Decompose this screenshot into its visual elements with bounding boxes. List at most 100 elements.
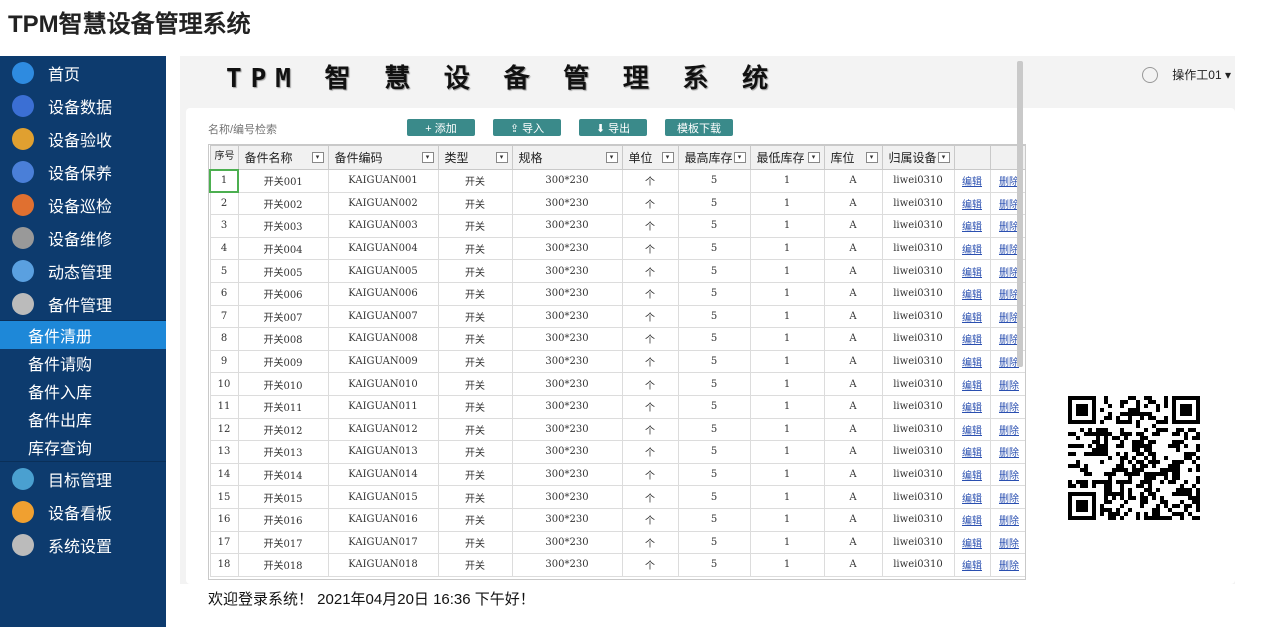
table-row[interactable]: 1 开关001 KAIGUAN001 开关 300*230 个 5 1 Aliwei0310 编辑… — [209, 168, 1025, 194]
table-cell[interactable]: 删除 — [989, 462, 1025, 487]
delete-link[interactable]: 删除 — [999, 471, 1019, 482]
sidebar-item-inspection[interactable]: 设备巡检 — [0, 188, 166, 221]
filter-dropdown-icon[interactable]: ▾ — [807, 152, 820, 163]
filter-dropdown-icon[interactable]: ▾ — [865, 152, 878, 163]
edit-link[interactable]: 编辑 — [962, 200, 982, 211]
table-cell[interactable]: 删除 — [989, 530, 1025, 555]
column-header[interactable] — [953, 145, 991, 170]
user-menu[interactable]: 操作工01 ▾ — [1142, 66, 1231, 83]
column-header[interactable]: 库位 ▾ — [823, 145, 883, 170]
edit-link[interactable]: 编辑 — [962, 268, 982, 279]
table-cell[interactable]: 删除 — [989, 440, 1025, 464]
edit-link[interactable]: 编辑 — [962, 358, 982, 369]
delete-link[interactable]: 删除 — [999, 313, 1019, 324]
table-cell[interactable]: 编辑 — [953, 214, 991, 238]
table-row[interactable]: 9 开关009 KAIGUAN009 开关 300*230 个 5 1 Aliwei0310 编辑… — [209, 349, 1025, 374]
table-cell[interactable]: 编辑 — [953, 304, 991, 329]
sidebar-item-board[interactable]: 设备看板 — [0, 495, 166, 528]
table-cell[interactable]: 删除 — [989, 553, 1025, 577]
filter-dropdown-icon[interactable]: ▾ — [661, 152, 674, 163]
add-button[interactable]: + 添加 — [407, 119, 475, 136]
table-row[interactable]: 17 开关017 KAIGUAN017 开关 300*230 个 5 1 Aliwei0310 编… — [209, 530, 1025, 555]
table-cell[interactable]: 编辑 — [953, 394, 991, 419]
table-cell[interactable]: 编辑 — [953, 440, 991, 464]
submenu-item[interactable]: 备件出库 — [0, 405, 166, 433]
filter-dropdown-icon[interactable]: ▾ — [495, 152, 508, 163]
table-row[interactable]: 10 开关010 KAIGUAN010 开关 300*230 个 5 1 Aliwei0310 编… — [209, 372, 1025, 396]
search-input[interactable] — [208, 120, 388, 140]
table-cell[interactable]: 删除 — [989, 485, 1025, 509]
table-cell[interactable]: 编辑 — [953, 191, 991, 216]
submenu-item[interactable]: 备件请购 — [0, 349, 166, 377]
table-row[interactable]: 13 开关013 KAIGUAN013 开关 300*230 个 5 1 Aliwei0310 编… — [209, 440, 1025, 464]
table-cell[interactable]: 编辑 — [953, 169, 991, 193]
edit-link[interactable]: 编辑 — [962, 426, 982, 437]
edit-link[interactable]: 编辑 — [962, 471, 982, 482]
table-row[interactable]: 3 开关003 KAIGUAN003 开关 300*230 个 5 1 Aliwei0310 编辑… — [209, 214, 1025, 238]
edit-link[interactable]: 编辑 — [962, 290, 982, 301]
sidebar-item-parts[interactable]: 备件管理 — [0, 287, 166, 320]
import-button[interactable]: ⇪ 导入 — [493, 119, 561, 136]
edit-link[interactable]: 编辑 — [962, 403, 982, 414]
edit-link[interactable]: 编辑 — [962, 177, 982, 188]
edit-link[interactable]: 编辑 — [962, 335, 982, 346]
sidebar-item-target[interactable]: 目标管理 — [0, 462, 166, 495]
table-cell[interactable]: 删除 — [989, 507, 1025, 532]
table-cell[interactable]: 编辑 — [953, 417, 991, 442]
column-header[interactable]: 归属设备 ▾ — [881, 145, 955, 170]
delete-link[interactable]: 删除 — [999, 177, 1019, 188]
table-cell[interactable]: 编辑 — [953, 349, 991, 374]
delete-link[interactable]: 删除 — [999, 494, 1019, 505]
sidebar-item-gear[interactable]: 系统设置 — [0, 528, 166, 561]
table-row[interactable]: 6 开关006 KAIGUAN006 开关 300*230 个 5 1 Aliwei0310 编辑… — [209, 281, 1025, 306]
table-row[interactable]: 2 开关002 KAIGUAN002 开关 300*230 个 5 1 Aliwei0310 编辑… — [209, 191, 1025, 216]
delete-link[interactable]: 删除 — [999, 516, 1019, 527]
table-row[interactable]: 8 开关008 KAIGUAN008 开关 300*230 个 5 1 Aliwei0310 编辑… — [209, 327, 1025, 351]
delete-link[interactable]: 删除 — [999, 245, 1019, 256]
edit-link[interactable]: 编辑 — [962, 539, 982, 550]
table-cell[interactable]: 删除 — [989, 417, 1025, 442]
edit-link[interactable]: 编辑 — [962, 448, 982, 459]
table-cell[interactable]: 编辑 — [953, 327, 991, 351]
table-cell[interactable]: 编辑 — [953, 507, 991, 532]
edit-link[interactable]: 编辑 — [962, 494, 982, 505]
filter-dropdown-icon[interactable]: ▾ — [733, 152, 746, 163]
table-cell[interactable]: 编辑 — [953, 553, 991, 577]
sidebar-item-checklist[interactable]: 设备验收 — [0, 122, 166, 155]
filter-dropdown-icon[interactable]: ▾ — [605, 152, 618, 163]
table-row[interactable]: 18 开关018 KAIGUAN018 开关 300*230 个 5 1 Aliwei0310 编… — [209, 553, 1025, 577]
edit-link[interactable]: 编辑 — [962, 561, 982, 572]
table-cell[interactable]: 编辑 — [953, 281, 991, 306]
column-header[interactable]: 规格 ▾ — [511, 145, 623, 170]
submenu-item[interactable]: 库存查询 — [0, 433, 166, 461]
column-header[interactable]: 单位 ▾ — [621, 145, 679, 170]
sidebar-item-data[interactable]: 设备数据 — [0, 89, 166, 122]
table-row[interactable]: 14 开关014 KAIGUAN014 开关 300*230 个 5 1 Aliwei0310 编… — [209, 462, 1025, 487]
sidebar-item-home[interactable]: 首页 — [0, 56, 166, 89]
table-row[interactable]: 4 开关004 KAIGUAN004 开关 300*230 个 5 1 Aliwei0310 编辑… — [209, 236, 1025, 261]
export-button[interactable]: ⬇ 导出 — [579, 119, 647, 136]
column-header[interactable]: 序号 — [209, 145, 239, 170]
edit-link[interactable]: 编辑 — [962, 381, 982, 392]
column-header[interactable]: 最高库存 ▾ — [677, 145, 751, 170]
template-download-button[interactable]: 模板下载 — [665, 119, 733, 136]
edit-link[interactable]: 编辑 — [962, 313, 982, 324]
table-cell[interactable]: 编辑 — [953, 530, 991, 555]
table-row[interactable]: 12 开关012 KAIGUAN012 开关 300*230 个 5 1 Aliwei0310 编… — [209, 417, 1025, 442]
table-cell[interactable]: 编辑 — [953, 462, 991, 487]
edit-link[interactable]: 编辑 — [962, 245, 982, 256]
table-scrollbar[interactable] — [1017, 61, 1023, 367]
delete-link[interactable]: 删除 — [999, 200, 1019, 211]
table-cell[interactable]: 编辑 — [953, 485, 991, 509]
edit-link[interactable]: 编辑 — [962, 516, 982, 527]
edit-link[interactable]: 编辑 — [962, 222, 982, 233]
delete-link[interactable]: 删除 — [999, 539, 1019, 550]
delete-link[interactable]: 删除 — [999, 403, 1019, 414]
submenu-item[interactable]: 备件入库 — [0, 377, 166, 405]
table-row[interactable]: 16 开关016 KAIGUAN016 开关 300*230 个 5 1 Aliwei0310 编… — [209, 507, 1025, 532]
table-cell[interactable]: 编辑 — [953, 259, 991, 283]
sidebar-item-maintenance[interactable]: 设备保养 — [0, 155, 166, 188]
column-header[interactable]: 最低库存 ▾ — [749, 145, 825, 170]
table-cell[interactable]: 编辑 — [953, 372, 991, 396]
filter-dropdown-icon[interactable]: ▾ — [311, 152, 324, 163]
